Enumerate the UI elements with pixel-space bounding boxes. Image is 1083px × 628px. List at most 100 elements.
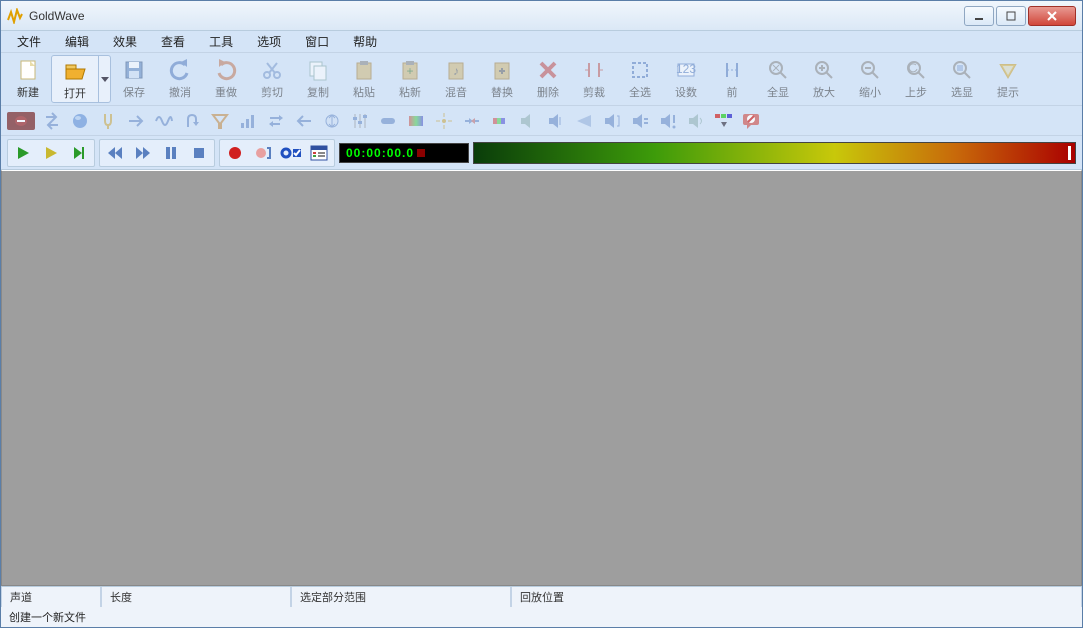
- menu-edit[interactable]: 编辑: [55, 31, 99, 52]
- open-dropdown[interactable]: [98, 56, 110, 102]
- status-length: 长度: [101, 587, 291, 607]
- compress-horiz-icon[interactable]: [461, 110, 483, 132]
- replace-button[interactable]: 替换: [479, 55, 525, 103]
- maximize-button[interactable]: [996, 6, 1026, 26]
- u-turn-icon[interactable]: [181, 110, 203, 132]
- cut-button[interactable]: 剪切: [249, 55, 295, 103]
- tuning-fork-icon[interactable]: [97, 110, 119, 132]
- redo-button[interactable]: 重做: [203, 55, 249, 103]
- open-button[interactable]: 打开: [52, 56, 98, 104]
- speaker-equal-icon[interactable]: [629, 110, 651, 132]
- menu-tool[interactable]: 工具: [199, 31, 243, 52]
- transport-bar: 00:00:00.0: [1, 136, 1082, 170]
- seek-group: [99, 139, 215, 167]
- pill-icon[interactable]: [377, 110, 399, 132]
- color-menu-icon[interactable]: [713, 110, 735, 132]
- new-label: 新建: [17, 84, 39, 100]
- trim-icon: [582, 58, 606, 82]
- play-yellow-button[interactable]: [38, 142, 64, 164]
- pause-button[interactable]: [158, 142, 184, 164]
- speaker-excl-icon[interactable]: [657, 110, 679, 132]
- zoom-in-icon: [812, 58, 836, 82]
- paste-new-icon: +: [398, 58, 422, 82]
- select-view-button[interactable]: 选显: [939, 55, 985, 103]
- arrow-left-icon[interactable]: [293, 110, 315, 132]
- swap-horiz-icon[interactable]: [265, 110, 287, 132]
- paste-button[interactable]: 粘贴: [341, 55, 387, 103]
- select-all-button[interactable]: 全选: [617, 55, 663, 103]
- menu-view[interactable]: 查看: [151, 31, 195, 52]
- replace-label: 替换: [491, 84, 513, 100]
- menu-file[interactable]: 文件: [7, 31, 51, 52]
- menu-effect[interactable]: 效果: [103, 31, 147, 52]
- undo-icon: [168, 58, 192, 82]
- zoom-out-icon: [858, 58, 882, 82]
- funnel-icon[interactable]: [209, 110, 231, 132]
- trim-button[interactable]: 剪裁: [571, 55, 617, 103]
- select-view-label: 选显: [951, 84, 973, 100]
- open-label: 打开: [64, 85, 86, 101]
- spectrum-icon[interactable]: [405, 110, 427, 132]
- paste-new-button[interactable]: + 粘新: [387, 55, 433, 103]
- expand-vert-icon[interactable]: [321, 110, 343, 132]
- loop-check-button[interactable]: [278, 142, 304, 164]
- svg-text:♪: ♪: [453, 64, 459, 78]
- stop-button[interactable]: [186, 142, 212, 164]
- statusbar: 声道 长度 选定部分范围 回放位置 创建一个新文件: [1, 586, 1082, 627]
- wave-icon[interactable]: [153, 110, 175, 132]
- speaker-wave-icon[interactable]: [685, 110, 707, 132]
- record-button[interactable]: [222, 142, 248, 164]
- new-button[interactable]: 新建: [5, 55, 51, 103]
- mix-button[interactable]: ♪ 混音: [433, 55, 479, 103]
- properties-button[interactable]: [306, 142, 332, 164]
- undo-button[interactable]: 撤消: [157, 55, 203, 103]
- set-button[interactable]: 123 设数: [663, 55, 709, 103]
- swap-arrows-icon[interactable]: [41, 110, 63, 132]
- window-controls: [962, 6, 1076, 26]
- record-group: [219, 139, 335, 167]
- select-all-icon: [628, 58, 652, 82]
- speaker-bracket-icon[interactable]: [601, 110, 623, 132]
- zoom-out-button[interactable]: 缩小: [847, 55, 893, 103]
- sliders-icon[interactable]: [349, 110, 371, 132]
- close-button[interactable]: [1028, 6, 1076, 26]
- zoom-in-button[interactable]: 放大: [801, 55, 847, 103]
- set-icon: 123: [674, 58, 698, 82]
- rewind-button[interactable]: [102, 142, 128, 164]
- save-button[interactable]: 保存: [111, 55, 157, 103]
- set-label: 设数: [675, 84, 697, 100]
- select-all-label: 全选: [629, 84, 651, 100]
- record-marker-button[interactable]: [250, 142, 276, 164]
- menu-option[interactable]: 选项: [247, 31, 291, 52]
- menu-window[interactable]: 窗口: [295, 31, 339, 52]
- rainbow-bar-icon[interactable]: [489, 110, 511, 132]
- sphere-icon[interactable]: [69, 110, 91, 132]
- hint-button[interactable]: 提示: [985, 55, 1031, 103]
- minimize-button[interactable]: [964, 6, 994, 26]
- copy-button[interactable]: 复制: [295, 55, 341, 103]
- menu-help[interactable]: 帮助: [343, 31, 387, 52]
- no-entry-icon[interactable]: [7, 112, 35, 130]
- speaker-off-icon[interactable]: [517, 110, 539, 132]
- speaker-fade-icon[interactable]: [573, 110, 595, 132]
- effects-toolbar: [1, 106, 1082, 136]
- burst-icon[interactable]: [433, 110, 455, 132]
- trim-label: 剪裁: [583, 84, 605, 100]
- prev-button[interactable]: 前: [709, 55, 755, 103]
- play-green-button[interactable]: [10, 142, 36, 164]
- scissors-icon: [260, 58, 284, 82]
- menubar: 文件 编辑 效果 查看 工具 选项 窗口 帮助: [1, 31, 1082, 53]
- delete-button[interactable]: 删除: [525, 55, 571, 103]
- step-back-button[interactable]: 上步: [893, 55, 939, 103]
- play-end-button[interactable]: [66, 142, 92, 164]
- save-label: 保存: [123, 84, 145, 100]
- workspace-area: [1, 170, 1082, 586]
- chart-icon[interactable]: [237, 110, 259, 132]
- speaker-left-icon[interactable]: [545, 110, 567, 132]
- view-all-button[interactable]: 全显: [755, 55, 801, 103]
- forward-button[interactable]: [130, 142, 156, 164]
- arrow-right-icon[interactable]: [125, 110, 147, 132]
- chat-no-icon[interactable]: [741, 110, 763, 132]
- svg-text:123: 123: [676, 62, 696, 76]
- open-button-group: 打开: [51, 55, 111, 103]
